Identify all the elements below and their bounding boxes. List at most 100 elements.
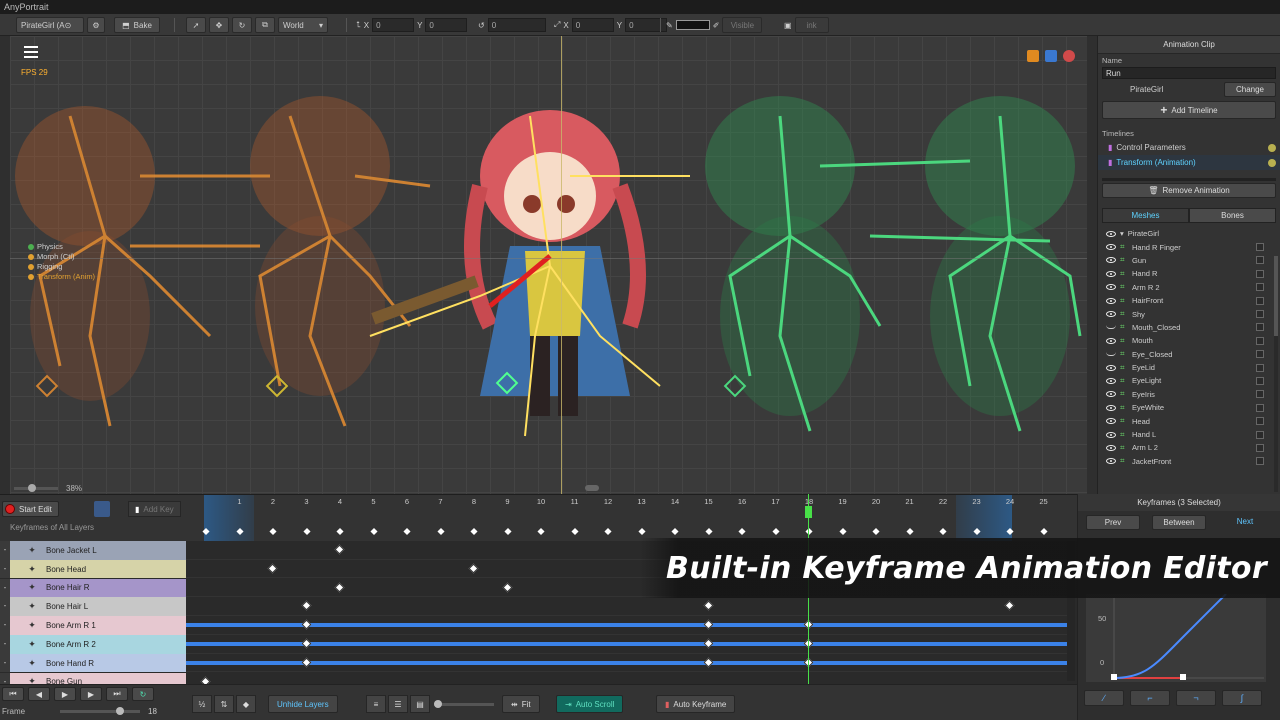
collapse-icon[interactable]: - <box>0 616 10 635</box>
tree-item[interactable]: ⌗ EyeIris <box>1098 388 1280 401</box>
playhead-handle[interactable] <box>805 506 812 518</box>
tree-item-checkbox[interactable] <box>1256 283 1264 292</box>
between-keyframe-button[interactable]: Between <box>1152 515 1206 530</box>
scale-tool-button[interactable]: ⧉ <box>255 17 275 33</box>
keyframe-track[interactable] <box>186 597 1067 616</box>
eye-closed-icon[interactable] <box>1106 325 1116 330</box>
auto-scroll-toggle[interactable]: ⇥ Auto Scroll <box>556 695 624 713</box>
tree-item-checkbox[interactable] <box>1256 336 1264 345</box>
timeline-layer[interactable]: - ✦ Bone Jacket L <box>0 541 186 560</box>
eye-icon[interactable] <box>1106 458 1116 465</box>
tree-item[interactable]: ⌗ Hand R Finger <box>1098 240 1280 253</box>
curve-linear-icon[interactable]: ∕ <box>1084 690 1124 706</box>
change-button[interactable]: Change <box>1224 82 1276 97</box>
summary-keyframe[interactable] <box>269 527 277 536</box>
rotate-tool-button[interactable]: ↻ <box>232 17 252 33</box>
tree-item-checkbox[interactable] <box>1256 363 1264 372</box>
collapse-icon[interactable]: - <box>0 578 10 598</box>
bake-button[interactable]: ⬒ Bake <box>114 17 160 33</box>
tree-root[interactable]: ▾ PirateGirl <box>1098 227 1280 240</box>
panel-scrollbar[interactable] <box>1274 256 1278 492</box>
tree-item-checkbox[interactable] <box>1256 430 1264 439</box>
tree-item[interactable]: ⌗ Hand R <box>1098 267 1280 280</box>
keyframe[interactable] <box>334 544 345 555</box>
tree-item-checkbox[interactable] <box>1256 323 1264 332</box>
next-keyframe-button[interactable]: Next <box>1218 515 1272 530</box>
next-frame-button[interactable]: ▶ <box>80 687 102 701</box>
portrait-selector[interactable]: PirateGirl (A⊙ <box>16 17 84 33</box>
tree-item-checkbox[interactable] <box>1256 443 1264 452</box>
keyframe[interactable] <box>301 657 311 668</box>
frame-slider[interactable] <box>60 707 140 715</box>
collapse-icon[interactable]: - <box>0 653 10 673</box>
summary-keyframe[interactable] <box>369 527 378 536</box>
keyframe[interactable] <box>703 619 713 630</box>
eye-icon[interactable] <box>1106 284 1116 291</box>
summary-keyframe[interactable] <box>403 527 411 536</box>
curve-ease-in-icon[interactable]: ⌐ <box>1130 690 1170 706</box>
loop-button[interactable]: ↻ <box>132 687 154 701</box>
timeline-layer[interactable]: - ✦ Bone Hair L <box>0 597 186 616</box>
editor-viewport[interactable]: FPS 29 Physics Morph (Ctl) Rigging Trans… <box>10 36 1087 494</box>
bone-ik-icon[interactable] <box>1027 50 1039 62</box>
tree-item[interactable]: ⌗ Arm L 2 <box>1098 441 1280 454</box>
move-tool-button[interactable]: ✥ <box>209 17 229 33</box>
clip-name-field[interactable]: Run <box>1102 67 1276 79</box>
keyframe[interactable] <box>334 582 345 593</box>
keyframe[interactable] <box>301 619 311 630</box>
tree-item-checkbox[interactable] <box>1256 296 1264 305</box>
summary-keyframe[interactable] <box>637 527 646 536</box>
keyframe-track[interactable] <box>186 654 1067 673</box>
eye-icon[interactable] <box>1106 257 1116 264</box>
eye-icon[interactable] <box>1106 337 1116 344</box>
keyframe[interactable] <box>267 563 278 574</box>
keyframe[interactable] <box>468 563 479 574</box>
summary-keyframe[interactable] <box>738 527 746 536</box>
timeline-layer[interactable]: - ✦ Bone Arm R 1 <box>0 616 186 635</box>
tree-item-checkbox[interactable] <box>1256 376 1264 385</box>
settings-gear-button[interactable]: ⚙ <box>87 17 105 33</box>
pos-y-field[interactable]: 0 <box>425 18 468 32</box>
eye-closed-icon[interactable] <box>1106 352 1116 357</box>
last-frame-button[interactable]: ⏭ <box>106 687 128 701</box>
remove-animation-button[interactable]: 🗑 Remove Animation <box>1102 183 1276 198</box>
summary-keyframe[interactable] <box>302 527 311 536</box>
tree-item[interactable]: ⌗ Arm R 2 <box>1098 281 1280 294</box>
row-height-large-button[interactable]: ▤ <box>410 695 430 713</box>
frame-ruler[interactable]: 1 2 3 4 5 6 7 8 9 10 11 12 13 14 15 16 17 18 19 20 21 22 23 24 2… <box>186 495 1077 541</box>
sort-layers-button[interactable]: ⇅ <box>214 695 234 713</box>
summary-keyframe[interactable] <box>336 527 344 536</box>
tab-bones[interactable]: Bones <box>1189 208 1276 223</box>
tree-item[interactable]: ⌗ Mouth_Closed <box>1098 321 1280 334</box>
tree-item[interactable]: ⌗ EyeWhite <box>1098 401 1280 414</box>
eye-icon[interactable] <box>1106 431 1116 438</box>
auto-keyframe-toggle[interactable]: ▮ Auto Keyframe <box>656 695 736 713</box>
add-key-button[interactable]: ▮ Add Key <box>128 501 181 517</box>
summary-keyframe[interactable] <box>939 527 947 536</box>
keyframe[interactable] <box>301 600 311 611</box>
summary-keyframe[interactable] <box>704 527 713 536</box>
expand-arrow-icon[interactable]: ▾ <box>1120 229 1124 238</box>
tree-item-checkbox[interactable] <box>1256 403 1264 412</box>
eye-icon[interactable] <box>1106 391 1116 398</box>
eye-icon[interactable] <box>1106 270 1116 277</box>
pos-x-field[interactable]: 0 <box>372 18 415 32</box>
start-edit-button[interactable]: Start Edit <box>2 501 59 517</box>
rotation-field[interactable]: 0 <box>487 18 546 32</box>
tree-item[interactable]: ⌗ EyeLight <box>1098 374 1280 387</box>
tree-item-checkbox[interactable] <box>1256 457 1264 466</box>
summary-keyframe[interactable] <box>604 527 612 536</box>
unhide-layers-button[interactable]: Unhide Layers <box>268 695 338 713</box>
tree-item[interactable]: ⌗ EyeLid <box>1098 361 1280 374</box>
mesh-icon[interactable] <box>1045 50 1057 62</box>
tree-item[interactable]: ⌗ Shy <box>1098 307 1280 320</box>
summary-keyframe[interactable] <box>470 527 478 536</box>
keyframe[interactable] <box>703 657 713 668</box>
summary-keyframe[interactable] <box>570 527 579 536</box>
eye-icon[interactable] <box>1106 311 1116 318</box>
color-swatch[interactable] <box>675 20 710 30</box>
space-select[interactable]: World ▾ <box>278 17 328 33</box>
keyframe-track[interactable] <box>186 616 1067 635</box>
tree-item-checkbox[interactable] <box>1256 256 1264 265</box>
curve-editor[interactable]: 50 0 <box>1086 594 1266 682</box>
